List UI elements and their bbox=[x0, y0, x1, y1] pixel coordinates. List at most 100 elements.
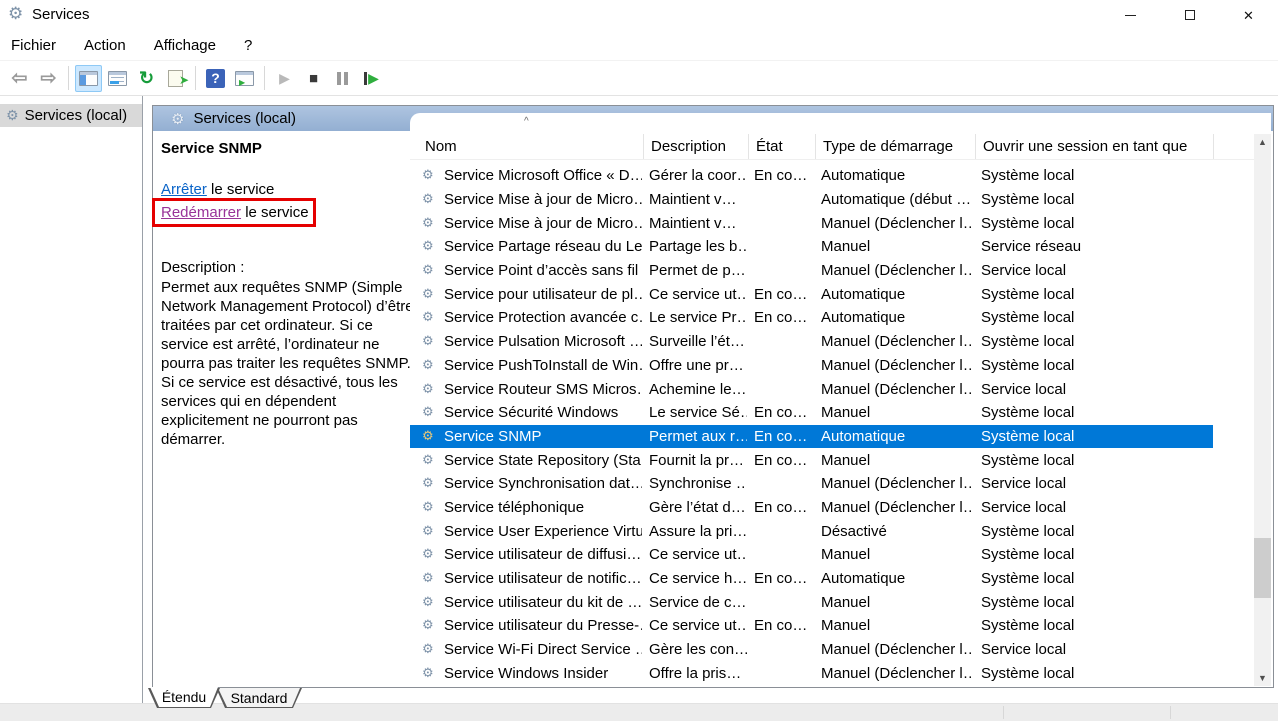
stop-service-icon: ■ bbox=[309, 71, 318, 86]
properties-button[interactable] bbox=[104, 65, 131, 92]
tab-standard[interactable]: Standard bbox=[216, 688, 302, 708]
cell-etat: En co… bbox=[747, 309, 814, 326]
maximize-button[interactable] bbox=[1160, 0, 1219, 30]
show-action-pane-button[interactable]: ▶ bbox=[231, 65, 258, 92]
column-header-session[interactable]: Ouvrir une session en tant que bbox=[975, 134, 1214, 159]
service-gear-icon: ⚙ bbox=[422, 311, 438, 324]
close-button[interactable]: ✕ bbox=[1219, 0, 1278, 30]
cell-session: Système local bbox=[974, 617, 1213, 634]
cell-session: Service local bbox=[974, 499, 1213, 516]
menu-affichage[interactable]: Affichage bbox=[140, 30, 230, 60]
menu-fichier[interactable]: Fichier bbox=[0, 30, 70, 60]
table-row[interactable]: ⚙ Service téléphonique Gère l’état d… En… bbox=[410, 496, 1213, 520]
description-text: Permet aux requêtes SNMP (Simple Network… bbox=[161, 278, 417, 449]
stop-service-button[interactable]: ■ bbox=[300, 65, 327, 92]
cell-type-demarrage: Automatique bbox=[814, 570, 974, 587]
cell-nom: Service Routeur SMS Micros… bbox=[444, 381, 642, 398]
table-row[interactable]: ⚙ Service utilisateur du Presse-… Ce ser… bbox=[410, 614, 1213, 638]
export-list-button[interactable]: ➤ bbox=[162, 65, 189, 92]
export-list-icon: ➤ bbox=[168, 70, 183, 87]
table-row[interactable]: ⚙ Service Point d’accès sans fil … Perme… bbox=[410, 259, 1213, 283]
services-list-panel: ^ Nom Description État Type de démarrage… bbox=[410, 113, 1271, 686]
toolbar: ⇦ ⇨ ↻ ➤ ? ▶ ▶ ■ ▶ bbox=[0, 61, 1278, 96]
service-gear-icon: ⚙ bbox=[422, 193, 438, 206]
table-row[interactable]: ⚙ Service User Experience Virtu… Assure … bbox=[410, 519, 1213, 543]
column-header-nom[interactable]: Nom bbox=[410, 134, 643, 159]
table-row[interactable]: ⚙ Service Mise à jour de Micro… Maintien… bbox=[410, 188, 1213, 212]
table-row[interactable]: ⚙ Service SNMP Permet aux r… En co… Auto… bbox=[410, 425, 1213, 449]
table-row[interactable]: ⚙ Service utilisateur du kit de … Servic… bbox=[410, 590, 1213, 614]
cell-etat: En co… bbox=[747, 499, 814, 516]
cell-session: Système local bbox=[974, 428, 1213, 445]
column-header-description[interactable]: Description bbox=[643, 134, 748, 159]
cell-session: Service local bbox=[974, 262, 1213, 279]
tree-item-services-local[interactable]: ⚙ Services (local) bbox=[0, 104, 142, 127]
scroll-down-icon[interactable]: ▼ bbox=[1254, 670, 1271, 686]
cell-description: Permet de p… bbox=[642, 262, 747, 279]
table-row[interactable]: ⚙ Service Pulsation Microsoft … Surveill… bbox=[410, 330, 1213, 354]
cell-etat: En co… bbox=[747, 404, 814, 421]
help-button[interactable]: ? bbox=[202, 65, 229, 92]
status-bar-divider bbox=[1170, 706, 1171, 719]
table-row[interactable]: ⚙ Service Partage réseau du Le… Partage … bbox=[410, 235, 1213, 259]
table-row[interactable]: ⚙ Service utilisateur de notific… Ce ser… bbox=[410, 567, 1213, 591]
service-gear-icon: ⚙ bbox=[422, 454, 438, 467]
cell-description: Offre la pris… bbox=[642, 665, 747, 682]
restart-service-button[interactable]: ▶ bbox=[358, 65, 385, 92]
cell-nom: Service SNMP bbox=[444, 428, 642, 445]
scrollbar-thumb[interactable] bbox=[1254, 538, 1271, 598]
cell-type-demarrage: Automatique bbox=[814, 286, 974, 303]
start-service-button[interactable]: ▶ bbox=[271, 65, 298, 92]
cell-type-demarrage: Automatique (début … bbox=[814, 191, 974, 208]
scroll-up-icon[interactable]: ▲ bbox=[1254, 134, 1271, 150]
minimize-button[interactable] bbox=[1101, 0, 1160, 30]
table-row[interactable]: ⚙ Service Routeur SMS Micros… Achemine l… bbox=[410, 377, 1213, 401]
tab-etendu[interactable]: Étendu bbox=[148, 688, 220, 708]
pane-header-label: Services (local) bbox=[193, 110, 296, 127]
cell-description: Ce service h… bbox=[642, 570, 747, 587]
menu-action[interactable]: Action bbox=[70, 30, 140, 60]
cell-description: Service de c… bbox=[642, 594, 747, 611]
pause-service-button[interactable] bbox=[329, 65, 356, 92]
column-header-type-demarrage[interactable]: Type de démarrage bbox=[815, 134, 975, 159]
show-console-tree-button[interactable] bbox=[75, 65, 102, 92]
cell-nom: Service PushToInstall de Win… bbox=[444, 357, 642, 374]
table-row[interactable]: ⚙ Service pour utilisateur de pl… Ce ser… bbox=[410, 282, 1213, 306]
cell-type-demarrage: Manuel (Déclencher l… bbox=[814, 641, 974, 658]
toolbar-separator bbox=[68, 66, 69, 90]
cell-description: Ce service ut… bbox=[642, 286, 747, 303]
cell-type-demarrage: Manuel (Déclencher l… bbox=[814, 215, 974, 232]
refresh-button[interactable]: ↻ bbox=[133, 65, 160, 92]
table-row[interactable]: ⚙ Service Sécurité Windows Le service Sé… bbox=[410, 401, 1213, 425]
menu-help[interactable]: ? bbox=[230, 30, 266, 60]
cell-nom: Service Point d’accès sans fil … bbox=[444, 262, 642, 279]
back-button[interactable]: ⇦ bbox=[6, 65, 33, 92]
stop-service-link[interactable]: Arrêter bbox=[161, 181, 207, 198]
column-header-etat[interactable]: État bbox=[748, 134, 815, 159]
table-row[interactable]: ⚙ Service Windows Insider Offre la pris…… bbox=[410, 661, 1213, 685]
maximize-icon bbox=[1185, 10, 1195, 20]
restart-service-link[interactable]: Redémarrer bbox=[161, 204, 241, 221]
service-gear-icon: ⚙ bbox=[422, 383, 438, 396]
table-row[interactable]: ⚙ Service Microsoft Office « D… Gérer la… bbox=[410, 164, 1213, 188]
forward-button[interactable]: ⇨ bbox=[35, 65, 62, 92]
table-row[interactable]: ⚙ Service PushToInstall de Win… Offre un… bbox=[410, 354, 1213, 378]
table-row[interactable]: ⚙ Service Protection avancée c… Le servi… bbox=[410, 306, 1213, 330]
table-row[interactable]: ⚙ Service State Repository (Sta… Fournit… bbox=[410, 448, 1213, 472]
cell-etat: En co… bbox=[747, 428, 814, 445]
cell-description: Synchronise … bbox=[642, 475, 747, 492]
cell-type-demarrage: Manuel (Déclencher l… bbox=[814, 475, 974, 492]
table-row[interactable]: ⚙ Service Synchronisation dat… Synchroni… bbox=[410, 472, 1213, 496]
cell-type-demarrage: Manuel (Déclencher l… bbox=[814, 381, 974, 398]
service-gear-icon: ⚙ bbox=[422, 169, 438, 182]
cell-description: Gérer la coor… bbox=[642, 167, 747, 184]
vertical-scrollbar[interactable]: ▲ ▼ bbox=[1254, 134, 1271, 686]
cell-description: Le service Pr… bbox=[642, 309, 747, 326]
table-row[interactable]: ⚙ Service utilisateur de diffusi… Ce ser… bbox=[410, 543, 1213, 567]
table-row[interactable]: ⚙ Service Mise à jour de Micro… Maintien… bbox=[410, 211, 1213, 235]
service-gear-icon: ⚙ bbox=[422, 525, 438, 538]
cell-nom: Service Protection avancée c… bbox=[444, 309, 642, 326]
cell-session: Système local bbox=[974, 546, 1213, 563]
table-row[interactable]: ⚙ Service Wi-Fi Direct Service … Gère le… bbox=[410, 638, 1213, 662]
cell-nom: Service utilisateur de diffusi… bbox=[444, 546, 642, 563]
